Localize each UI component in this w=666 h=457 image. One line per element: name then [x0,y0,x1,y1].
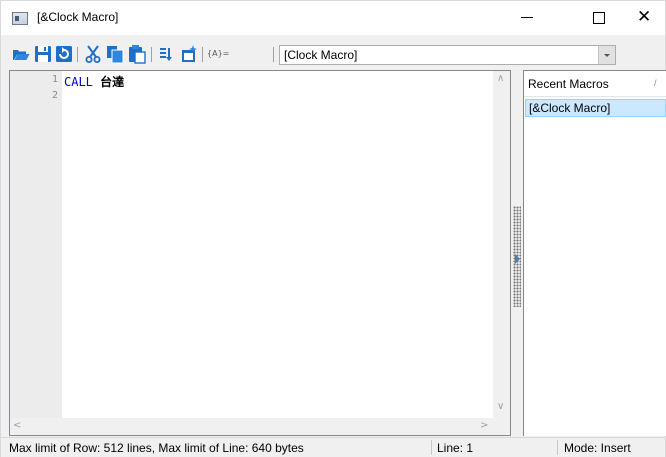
code-line[interactable]: CALL 台達 [64,73,124,90]
chevron-down-icon[interactable] [598,46,615,64]
vertical-scrollbar[interactable]: ∧ ∨ [493,71,510,418]
maximize-button[interactable] [576,1,622,35]
code-editor[interactable]: 1 2 CALL 台達 ∧ ∨ < > [9,70,511,436]
insert-arg-icon[interactable]: {A}= [207,49,231,69]
horizontal-scrollbar[interactable]: < > [10,418,493,435]
title-bar: [&Clock Macro] ✕ [1,1,665,35]
sort-icon: / [654,78,657,88]
keyword-call: CALL [64,75,93,89]
new-window-icon[interactable] [179,44,199,64]
expand-arrow-icon[interactable] [515,254,520,264]
cut-icon[interactable] [83,44,103,64]
status-separator [431,440,432,455]
recent-macros-title: Recent Macros [528,77,609,91]
close-icon: ✕ [637,7,652,27]
list-icon[interactable] [157,44,177,64]
copy-icon[interactable] [105,44,125,64]
window-title: [&Clock Macro] [37,10,119,24]
toolbar-separator [273,47,274,62]
status-limits: Max limit of Row: 512 lines, Max limit o… [9,441,304,455]
scroll-corner [493,418,510,435]
minimize-icon [521,17,533,18]
call-argument: 台達 [100,75,125,89]
toolbar-separator [77,47,78,62]
macro-select-value: [Clock Macro] [284,48,358,62]
scroll-right-icon[interactable]: > [480,420,488,431]
scroll-up-icon[interactable]: ∧ [497,73,504,84]
maximize-icon [593,12,605,24]
toolbar-separator [202,47,203,62]
recent-macros-header[interactable]: Recent Macros / [524,71,666,97]
status-mode: Mode: Insert [564,441,631,455]
toolbar-separator [151,47,152,62]
line-number-gutter: 1 2 [10,71,62,418]
splitter-grip[interactable] [513,206,521,307]
recent-macro-label: [&Clock Macro] [529,101,611,115]
paste-icon[interactable] [127,44,147,64]
scroll-left-icon[interactable]: < [13,420,21,431]
line-number: 1 [51,74,58,85]
toolbar: {A}= [Clock Macro] [1,43,665,67]
open-folder-icon[interactable] [11,44,31,64]
macro-select[interactable]: [Clock Macro] [279,45,616,65]
panel-splitter[interactable] [512,70,522,436]
recent-macro-item[interactable]: [&Clock Macro] [525,99,666,117]
refresh-icon[interactable] [54,44,74,64]
app-icon [12,12,28,25]
status-separator [557,440,558,455]
close-button[interactable]: ✕ [621,1,666,35]
scroll-down-icon[interactable]: ∨ [497,401,504,412]
recent-macros-panel: Recent Macros / [&Clock Macro] [523,70,666,436]
line-number: 2 [51,90,58,101]
status-line: Line: 1 [437,441,474,455]
macro-editor-window: [&Clock Macro] ✕ {A}= [Clock Macro] 1 2 … [0,0,666,457]
status-bar: Max limit of Row: 512 lines, Max limit o… [1,437,665,457]
save-icon[interactable] [33,44,53,64]
minimize-button[interactable] [504,1,550,35]
